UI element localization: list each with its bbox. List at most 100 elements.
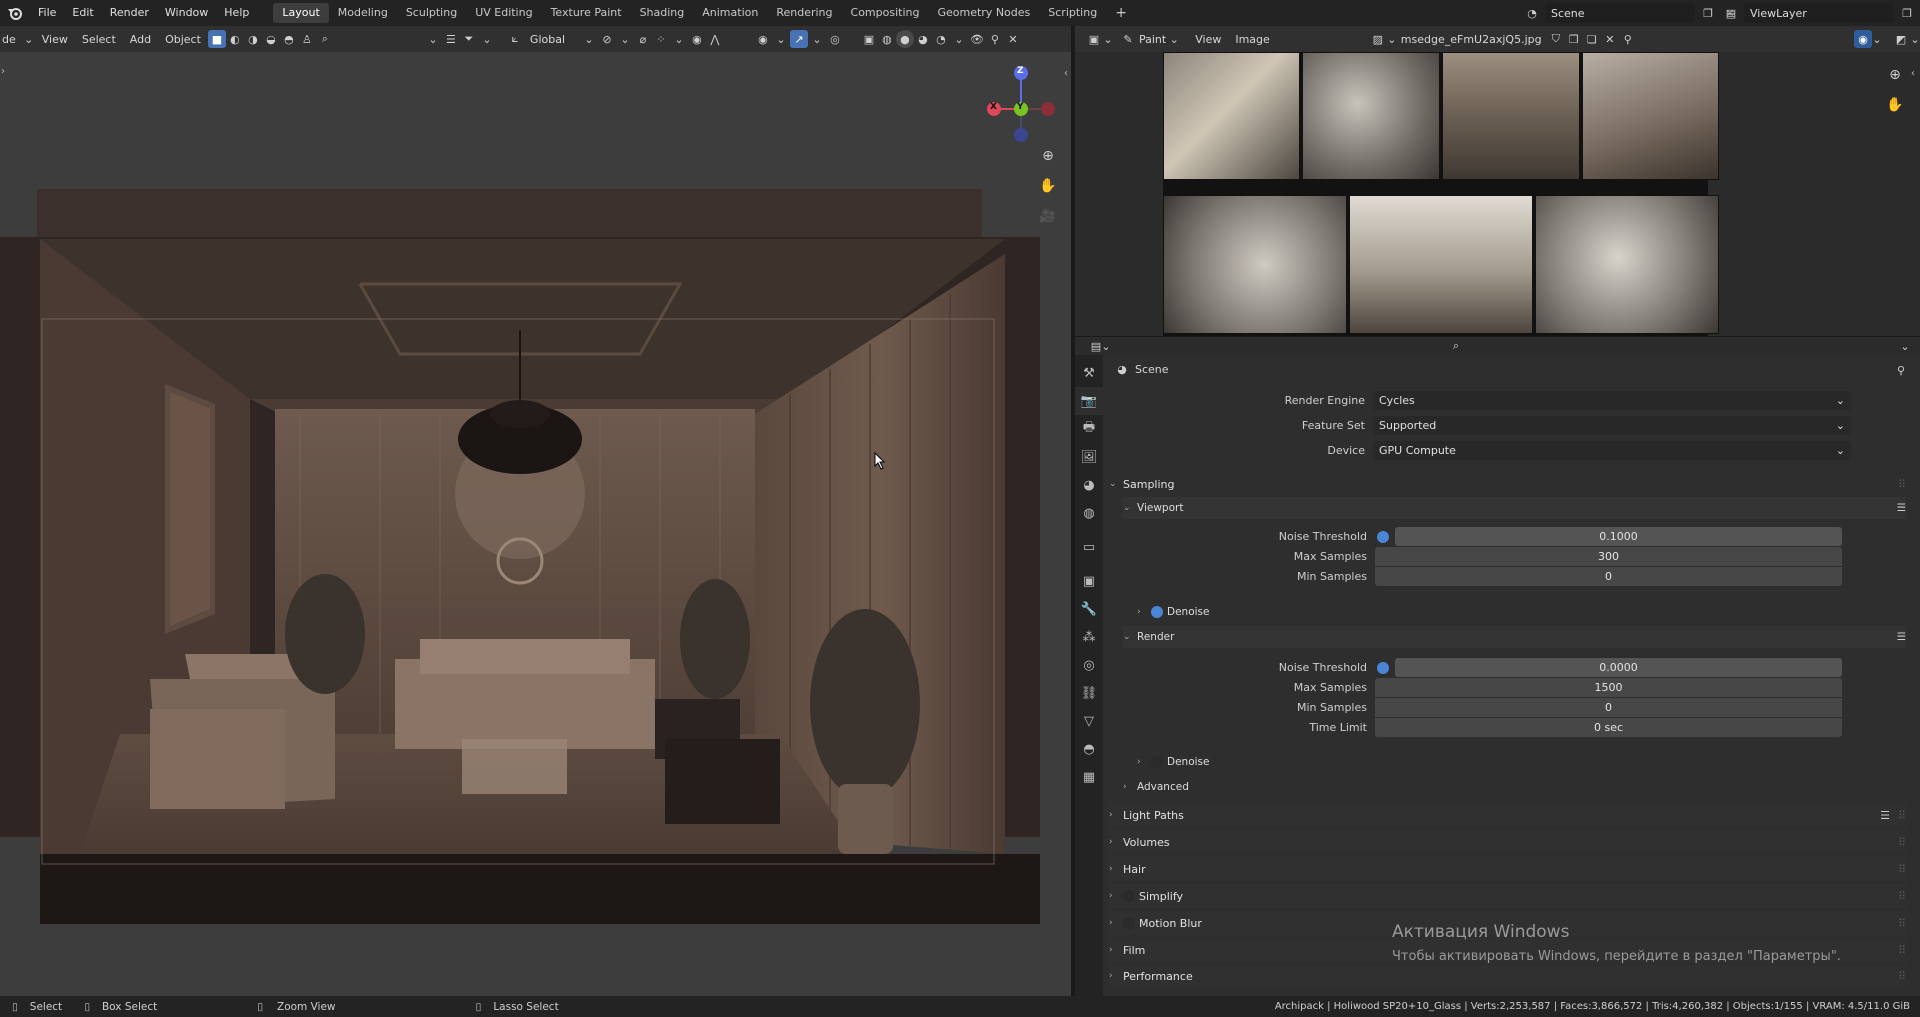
visibility-icon[interactable]: ◉ [754,30,772,48]
new-image-icon[interactable]: ❐ [1565,30,1583,48]
menu-add[interactable]: Add [123,33,158,46]
pin-icon[interactable]: ⚲ [1892,361,1910,379]
blender-logo-icon[interactable] [0,6,30,20]
xray-icon[interactable]: ▣ [860,30,878,48]
chevron-down-icon[interactable]: ⌄ [1896,337,1914,355]
volumes-panel-header[interactable]: › Volumes ⠿ [1109,830,1906,854]
solid-shading-icon[interactable]: ● [895,30,914,48]
tab-data-icon[interactable]: ▽ [1075,707,1103,735]
menu-view[interactable]: View [1188,33,1228,46]
chevron-down-icon[interactable]: ⌄ [1910,30,1920,48]
orientation-selector[interactable]: Global [524,29,580,49]
tab-view-layer-icon[interactable]: 🖼 [1075,443,1103,471]
chevron-down-icon[interactable]: ⌄ [478,30,496,48]
proportional-edit-icon[interactable]: ◉ [688,30,706,48]
viewport-subpanel-header[interactable]: ⌄ Viewport ☰ [1123,497,1906,519]
tab-collection-icon[interactable]: ▭ [1075,533,1103,561]
search-icon[interactable]: ⌕ [1447,337,1465,355]
vp-max-samples-field[interactable]: 300 [1375,547,1842,566]
display-channels-icon[interactable]: ◩ [1892,30,1910,48]
menu-render[interactable]: Render [102,0,157,26]
tab-particles-icon[interactable]: ⁂ [1075,623,1103,651]
filter-icon[interactable]: ⏷ [460,30,478,48]
performance-panel-header[interactable]: › Performance ⠿ [1109,965,1906,987]
tab-rendering[interactable]: Rendering [767,3,841,23]
tab-uv-editing[interactable]: UV Editing [466,3,541,23]
device-select[interactable]: GPU Compute ⌄ [1373,441,1851,460]
puppet-icon[interactable]: ♙ [298,30,316,48]
tab-texture-icon[interactable]: ▦ [1075,763,1103,791]
menu-help[interactable]: Help [216,0,257,26]
image-browse-icon[interactable]: ▨ [1369,30,1387,48]
r-max-samples-field[interactable]: 1500 [1375,678,1842,697]
feature-set-select[interactable]: Supported ⌄ [1373,416,1851,435]
r-adaptive-sampling-checkbox[interactable] [1377,661,1389,674]
rendered-shading-icon[interactable]: ◔ [932,30,950,48]
wireframe-shading-icon[interactable]: ◍ [878,30,896,48]
tab-shading[interactable]: Shading [631,3,694,23]
vp-denoise-checkbox[interactable] [1151,606,1163,618]
mode-selector[interactable]: Paint [1137,33,1168,46]
chevron-down-icon[interactable]: ⌄ [616,30,634,48]
eye-icon[interactable]: 👁 [968,30,986,48]
3d-viewport[interactable]: de ⌄ View Select Add Object ■ ◐ ◑ ◒ ◓ ♙ … [0,26,1071,996]
camera-lock-icon[interactable]: ⚲ [986,30,1004,48]
tab-tool-icon[interactable]: ⚒ [1075,359,1103,387]
tab-sculpting[interactable]: Sculpting [397,3,466,23]
vp-adaptive-sampling-checkbox[interactable] [1377,530,1389,543]
select-extend-icon[interactable]: ◐ [226,30,244,48]
tab-constraints-icon[interactable]: ⛓ [1075,679,1103,707]
scene-icon[interactable]: ◔ [1523,4,1541,22]
pin-icon[interactable]: ⚲ [1619,30,1637,48]
pan-hand-icon[interactable]: ✋ [1039,177,1057,195]
chevron-down-icon[interactable]: ⌄ [1872,30,1882,48]
toolbar-expand-icon[interactable]: › [1,66,5,77]
chevron-down-icon[interactable]: ⌄ [424,30,442,48]
drag-handle-icon[interactable]: ⠿ [1898,836,1906,849]
pan-hand-icon[interactable]: ✋ [1886,96,1904,114]
render-engine-select[interactable]: Cycles ⌄ [1373,391,1851,410]
chevron-down-icon[interactable]: ⌄ [580,30,598,48]
menu-image[interactable]: Image [1228,33,1276,46]
menu-window[interactable]: Window [157,0,216,26]
drag-handle-icon[interactable]: ⠿ [1898,917,1906,930]
chevron-down-icon[interactable]: ⌄ [772,30,790,48]
tab-geometry-nodes[interactable]: Geometry Nodes [928,3,1039,23]
tab-object-icon[interactable]: ▣ [1075,567,1103,595]
copy-scene-icon[interactable]: ❐ [1699,4,1717,22]
menu-edit[interactable]: Edit [64,0,101,26]
zoom-icon[interactable]: ⊕ [1886,66,1904,84]
menu-view[interactable]: View [35,33,75,46]
chevron-down-icon[interactable]: ⌄ [670,30,688,48]
tab-texture-paint[interactable]: Texture Paint [542,3,631,23]
tab-layout[interactable]: Layout [273,3,329,23]
search-icon[interactable]: ⌕ [316,30,334,48]
tab-scene-icon[interactable]: ◕ [1075,471,1103,499]
drag-handle-icon[interactable]: ⠿ [1898,809,1906,822]
light-paths-panel-header[interactable]: › Light Paths ☰ ⠿ [1109,803,1906,827]
motion-blur-checkbox[interactable] [1123,917,1135,929]
r-noise-threshold-field[interactable]: 0.0000 [1395,658,1842,677]
close-icon[interactable]: ✕ [1004,30,1022,48]
select-intersect-icon[interactable]: ◓ [280,30,298,48]
gizmo-toggle-icon[interactable]: ↗ [789,30,808,48]
tab-render-icon[interactable]: 📷 [1075,387,1103,415]
zoom-icon[interactable]: ⊕ [1039,147,1057,165]
snap-grid-icon[interactable]: ⁘ [652,30,670,48]
menu-file[interactable]: File [30,0,64,26]
overlays-icon[interactable]: ◎ [826,30,844,48]
sampling-panel-header[interactable]: ⌄ Sampling ⠿ [1109,472,1906,496]
presets-icon[interactable]: ☰ [1897,631,1906,643]
menu-object[interactable]: Object [158,33,208,46]
vp-noise-threshold-field[interactable]: 0.1000 [1395,527,1842,546]
vp-denoise-subpanel-header[interactable]: › Denoise [1137,601,1906,623]
link-icon[interactable]: ⊘ [598,30,616,48]
drag-handle-icon[interactable]: ⠿ [1898,890,1906,903]
drag-handle-icon[interactable]: ⠿ [1898,970,1906,983]
select-new-icon[interactable]: ■ [207,30,226,48]
navigation-gizmo[interactable]: Z X Y [976,64,1066,152]
tab-material-icon[interactable]: ◓ [1075,735,1103,763]
mode-selector[interactable]: de [0,33,23,46]
tab-output-icon[interactable]: 🖶 [1075,415,1103,443]
menu-select[interactable]: Select [75,33,123,46]
